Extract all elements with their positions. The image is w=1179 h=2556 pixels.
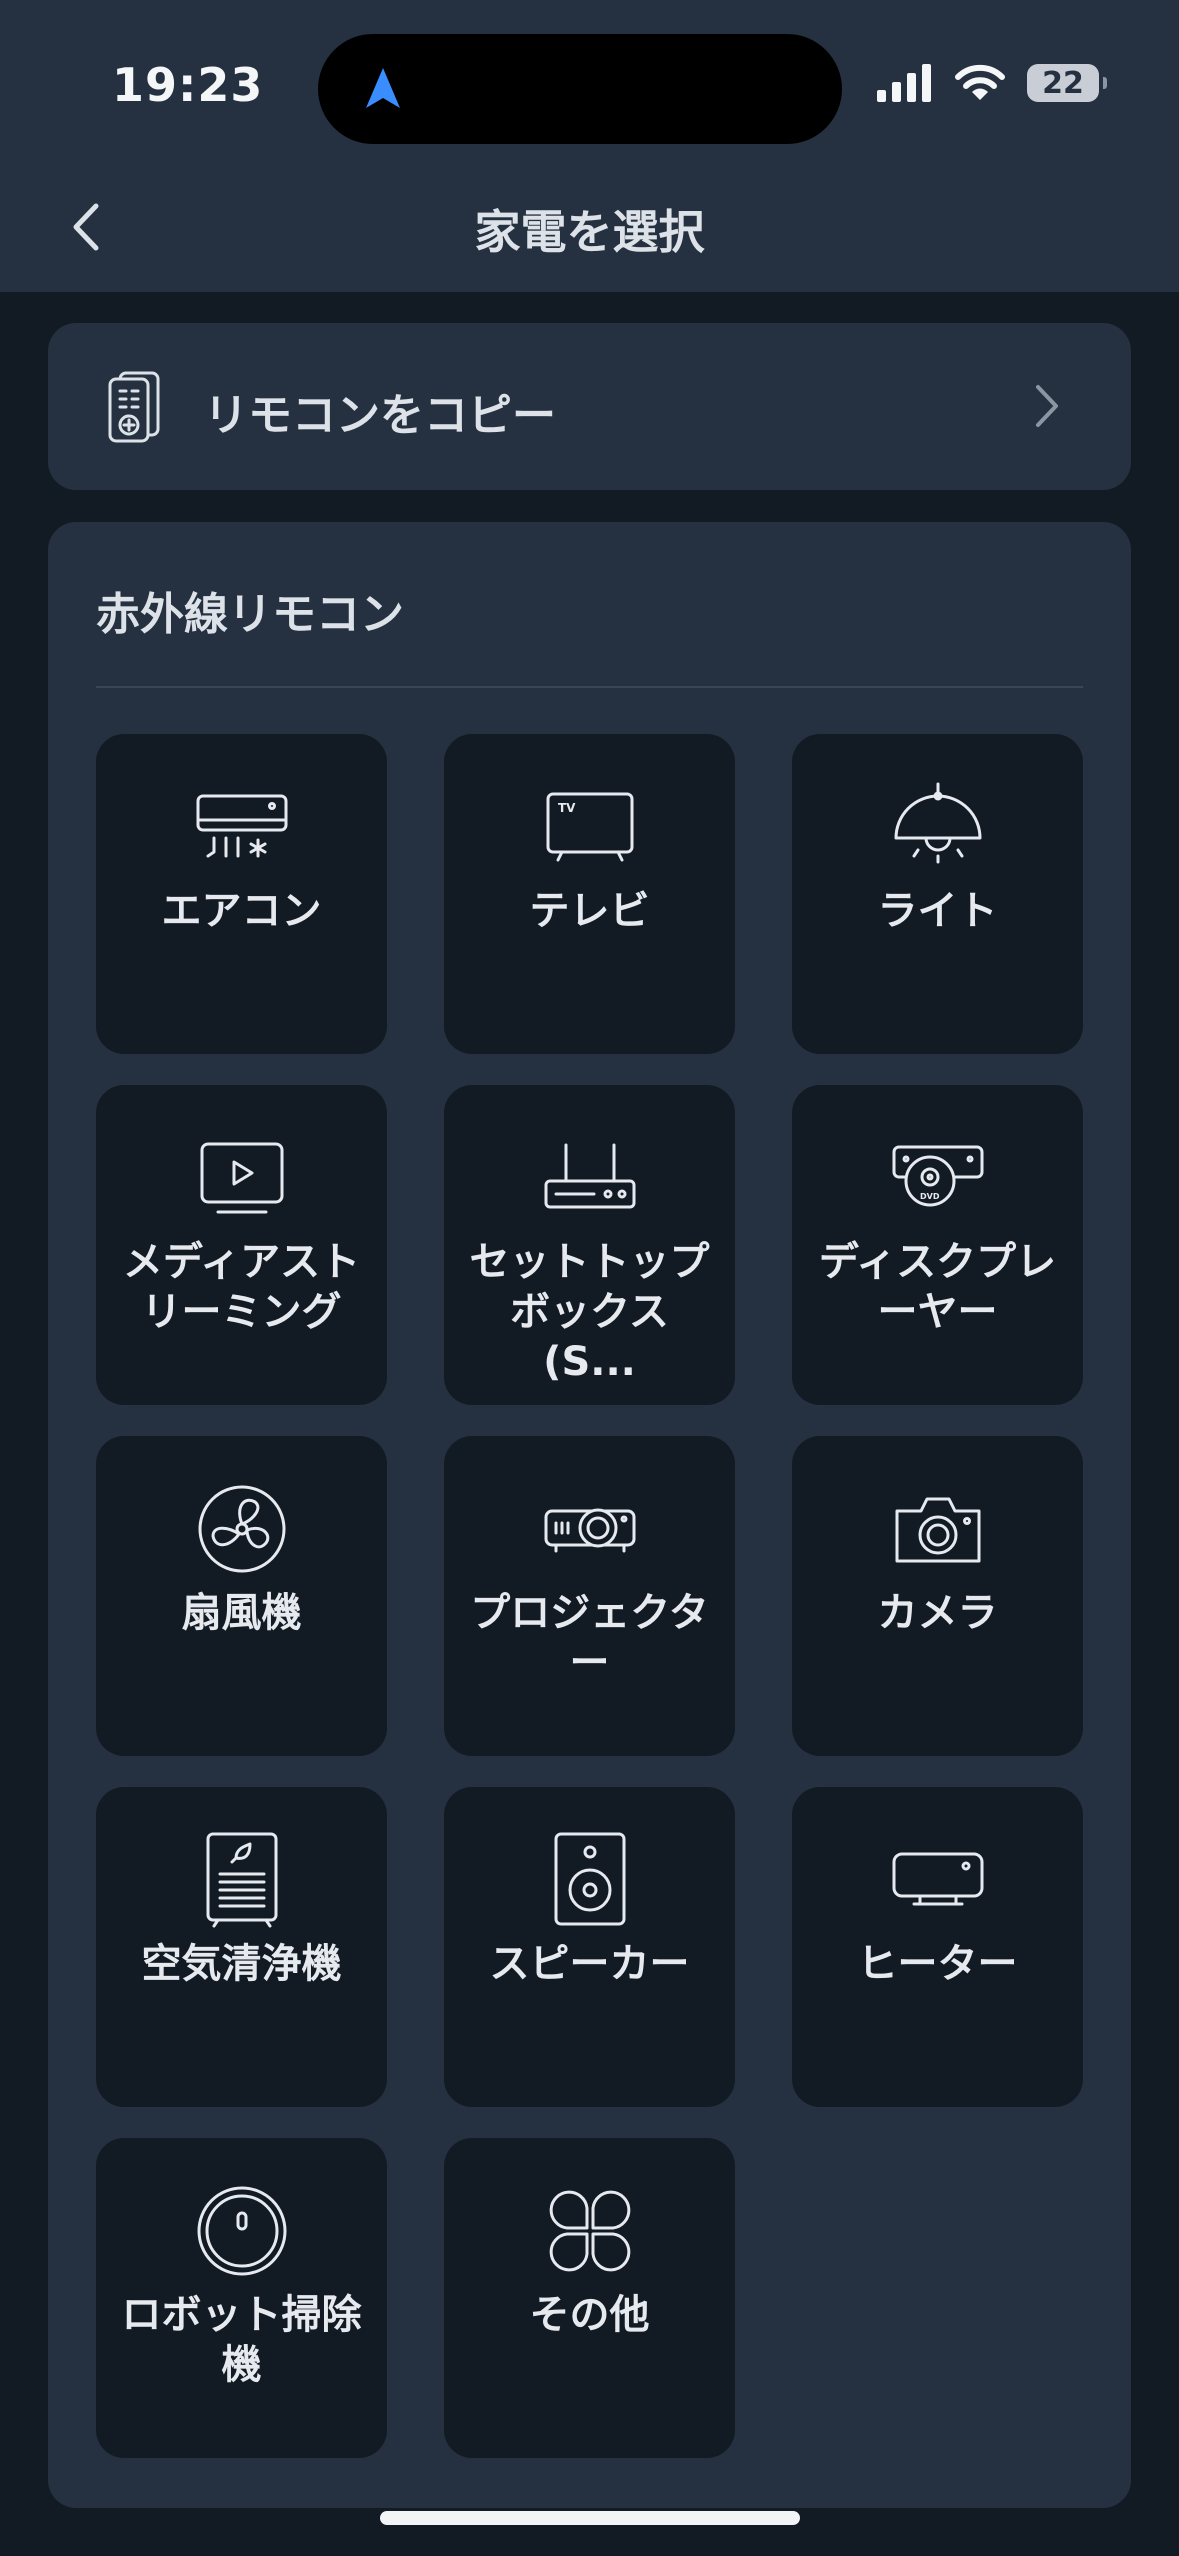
camera-icon [895,1497,980,1563]
fan-icon [198,1485,285,1573]
top-bar: 19:23 22 家電を選択 [0,0,1179,292]
appliance-grid: エアコン TV テレビ ライト メディアストリーミング セットトップボックス (… [96,734,1083,2458]
appliance-tile-other[interactable]: その他 [444,2138,735,2458]
appliance-tile-speaker[interactable]: スピーカー [444,1787,735,2107]
appliance-tile-tv[interactable]: TV テレビ [444,734,735,1054]
appliance-label: ライト [877,888,998,934]
set-top-box-icon [544,1143,635,1209]
media-streaming-icon [200,1142,283,1214]
appliance-tile-air-conditioner[interactable]: エアコン [96,734,387,1054]
appliance-label: ヒーター [857,1941,1018,1987]
air-conditioner-icon [196,794,287,858]
home-indicator[interactable] [380,2511,800,2525]
cellular-signal-icon [877,64,931,102]
appliance-tile-media-streaming[interactable]: メディアストリーミング [96,1085,387,1405]
appliance-tile-projector[interactable]: プロジェクター [444,1436,735,1756]
appliance-tile-disc-player[interactable]: DVD ディスクプレーヤー [792,1085,1083,1405]
appliance-label: メディアストリーミング [122,1239,361,1335]
appliance-label: ディスクプレーヤー [818,1239,1057,1335]
ceiling-light-icon [894,782,981,864]
wifi-icon [955,64,1005,100]
copy-remote-label: リモコンをコピー [204,390,556,441]
battery-indicator: 22 [1027,64,1107,102]
location-arrow-icon [366,68,400,108]
appliance-tile-air-purifier[interactable]: 空気清浄機 [96,1787,387,2107]
appliance-label: 扇風機 [181,1590,302,1636]
appliance-label: その他 [529,2292,650,2338]
divider [96,686,1083,688]
ir-remote-section: 赤外線リモコン エアコン TV テレビ ライト メディアストリーミング セットト… [48,522,1131,2508]
appliance-label: プロジェクター [470,1590,709,1686]
page-title: 家電を選択 [474,205,705,259]
section-title: 赤外線リモコン [96,589,404,640]
appliance-label: ロボット掃除機 [121,2292,362,2388]
appliance-label: カメラ [877,1590,998,1636]
appliance-tile-fan[interactable]: 扇風機 [96,1436,387,1756]
appliance-label: スピーカー [489,1941,690,1987]
heater-icon [892,1852,983,1906]
appliance-tile-set-top-box[interactable]: セットトップボックス (S... [444,1085,735,1405]
svg-text:DVD: DVD [920,1192,940,1201]
robot-vacuum-icon [197,2186,286,2276]
projector-icon [544,1508,635,1553]
air-purifier-icon [206,1832,277,1928]
appliance-tile-heater[interactable]: ヒーター [792,1787,1083,2107]
appliance-label: セットトップボックス (S... [469,1239,710,1385]
dynamic-island [318,34,842,144]
appliance-label: 空気清浄機 [141,1941,342,1987]
appliance-label: エアコン [161,888,322,934]
appliance-tile-robot-vacuum[interactable]: ロボット掃除機 [96,2138,387,2458]
speaker-icon [554,1832,625,1926]
appliance-tile-camera[interactable]: カメラ [792,1436,1083,1756]
other-icon [549,2190,630,2272]
chevron-right-icon [1036,385,1058,427]
appliance-tile-light[interactable]: ライト [792,734,1083,1054]
disc-player-icon: DVD [892,1145,983,1207]
status-time: 19:23 [112,58,264,112]
status-indicators: 22 [877,64,1107,102]
tv-icon: TV [546,792,633,862]
copy-remote-icon [108,371,160,443]
svg-text:TV: TV [558,801,576,815]
appliance-label: テレビ [529,888,650,934]
copy-remote-button[interactable]: リモコンをコピー [48,323,1131,490]
